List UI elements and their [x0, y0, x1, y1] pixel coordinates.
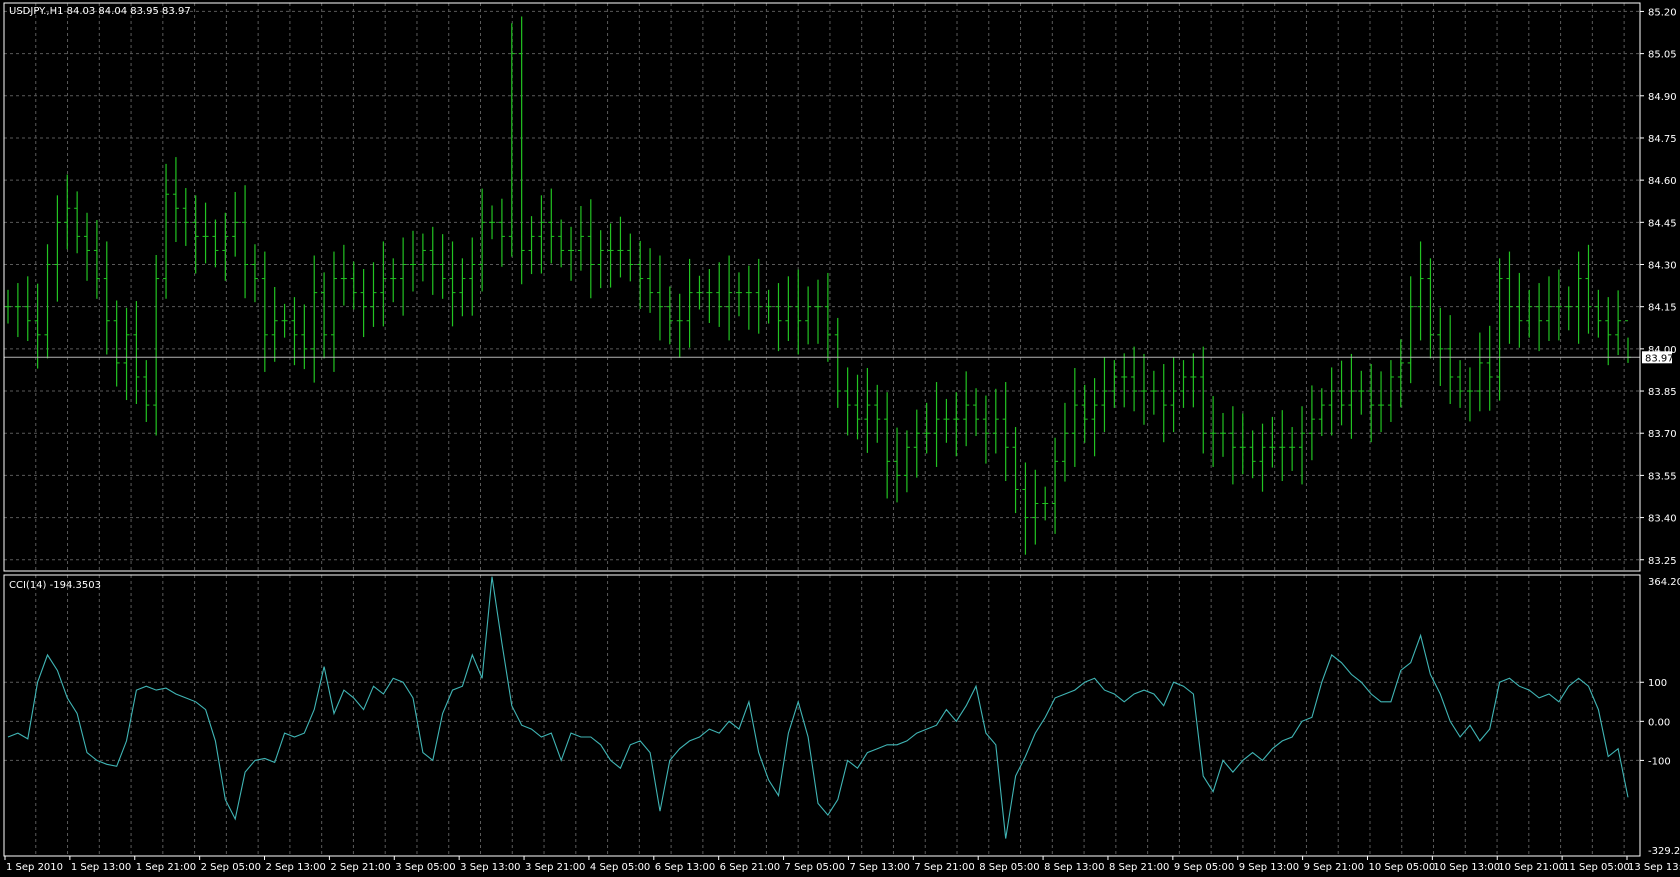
- time-tick-label: 3 Sep 21:00: [525, 862, 585, 873]
- time-tick-label: 7 Sep 21:00: [914, 862, 974, 873]
- price-tick-label: 83.40: [1648, 514, 1677, 525]
- price-tick-label: 84.30: [1648, 261, 1677, 272]
- cci-tick-label: -100: [1648, 756, 1671, 767]
- symbol-info: USDJPY.,H1 84.03 84.04 83.95 83.97: [9, 6, 191, 17]
- time-tick-label: 8 Sep 13:00: [1044, 862, 1104, 873]
- time-tick-label: 2 Sep 21:00: [330, 862, 390, 873]
- cci-tick-label: 100: [1648, 678, 1667, 689]
- price-tick-label: 84.15: [1648, 303, 1677, 314]
- time-tick-label: 2 Sep 13:00: [266, 862, 326, 873]
- price-tick-label: 85.05: [1648, 50, 1677, 61]
- time-tick-label: 3 Sep 05:00: [395, 862, 455, 873]
- time-tick-label: 8 Sep 05:00: [979, 862, 1039, 873]
- price-tick-label: 85.20: [1648, 7, 1677, 18]
- current-price-label: 83.97: [1642, 351, 1674, 364]
- cci-tick-label: 364.2015: [1648, 577, 1680, 588]
- cci-tick-label: -329.248: [1648, 846, 1680, 857]
- price-tick-label: 83.70: [1648, 429, 1677, 440]
- time-tick-label: 1 Sep 21:00: [136, 862, 196, 873]
- time-tick-label: 10 Sep 21:00: [1498, 862, 1565, 873]
- time-tick-label: 9 Sep 05:00: [1174, 862, 1234, 873]
- time-tick-label: 7 Sep 05:00: [785, 862, 845, 873]
- price-tick-label: 83.25: [1648, 556, 1677, 567]
- cci-tick-label: 0.00: [1648, 717, 1670, 728]
- time-tick-label: 7 Sep 13:00: [849, 862, 909, 873]
- time-tick-label: 3 Sep 13:00: [460, 862, 520, 873]
- time-tick-label: 10 Sep 13:00: [1433, 862, 1500, 873]
- time-tick-label: 1 Sep 13:00: [71, 862, 131, 873]
- time-tick-label: 6 Sep 21:00: [720, 862, 780, 873]
- chart-canvas: 85.20 85.05 84.90 84.75 84.60 84.45 84.30 84.15…: [0, 0, 1680, 877]
- time-tick-label: 9 Sep 21:00: [1304, 862, 1364, 873]
- indicator-info: CCI(14) -194.3503: [9, 580, 101, 591]
- current-price-text: 83.97: [1645, 353, 1674, 364]
- time-tick-label: 8 Sep 21:00: [1109, 862, 1169, 873]
- price-tick-label: 84.60: [1648, 176, 1677, 187]
- time-tick-label: 4 Sep 05:00: [590, 862, 650, 873]
- price-tick-label: 83.55: [1648, 471, 1677, 482]
- time-tick-label: 13 Sep 13:00: [1628, 862, 1680, 873]
- time-tick-label: 6 Sep 13:00: [655, 862, 715, 873]
- time-tick-label: 10 Sep 05:00: [1368, 862, 1435, 873]
- price-tick-label: 84.45: [1648, 218, 1677, 229]
- price-tick-label: 84.90: [1648, 92, 1677, 103]
- time-tick-label: 2 Sep 05:00: [201, 862, 261, 873]
- chart-background: [0, 0, 1680, 877]
- time-tick-label: 9 Sep 13:00: [1239, 862, 1299, 873]
- time-tick-label: 1 Sep 2010: [6, 862, 63, 873]
- price-tick-label: 83.85: [1648, 387, 1677, 398]
- time-tick-label: 11 Sep 05:00: [1563, 862, 1630, 873]
- price-tick-label: 84.75: [1648, 134, 1677, 145]
